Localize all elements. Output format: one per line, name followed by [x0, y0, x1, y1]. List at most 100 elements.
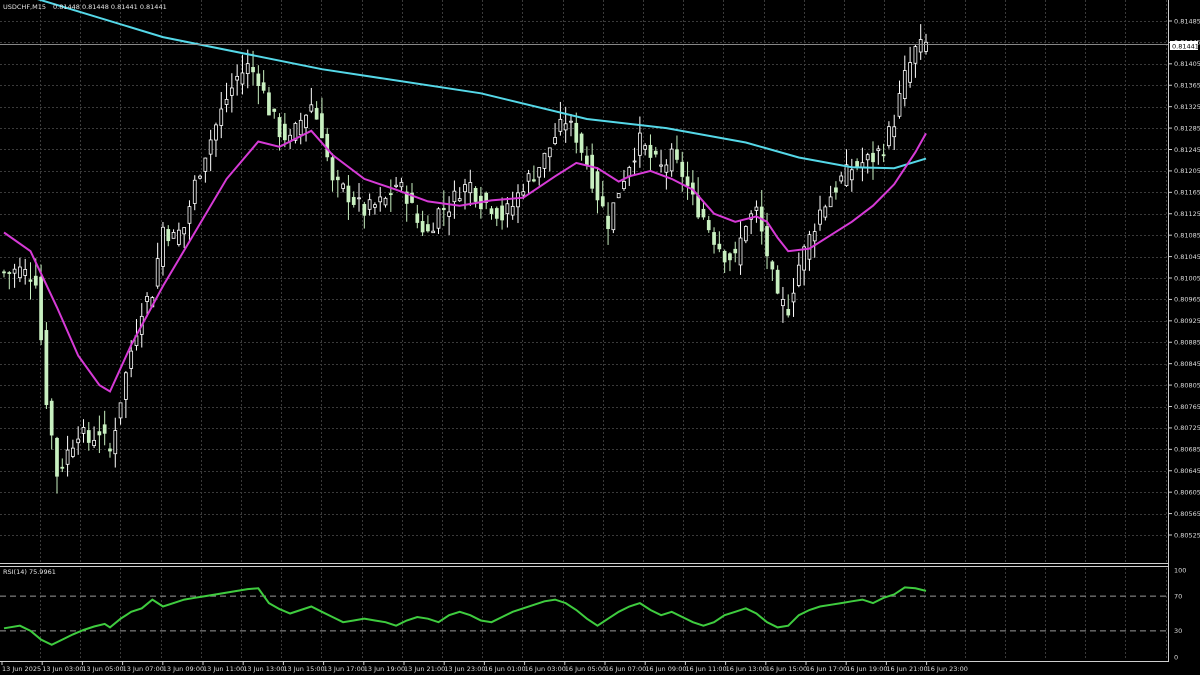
candle-body [86, 430, 91, 443]
candle-body [563, 123, 568, 131]
ohlc-values: 0.81448 0.81448 0.81441 0.81441 [53, 3, 167, 11]
candle-body [155, 258, 160, 287]
candle-body [791, 292, 796, 303]
candle-body [897, 93, 902, 117]
candle-body [187, 206, 192, 224]
candle-body [447, 211, 451, 217]
candle-body [902, 70, 907, 99]
price-tick-label: 0.80645 [1174, 467, 1200, 475]
candle-body [145, 296, 149, 302]
candle-body [844, 164, 849, 187]
candle-body [908, 62, 912, 83]
candle-body [235, 75, 240, 81]
candle-body [505, 203, 510, 215]
candle-body [182, 227, 187, 235]
time-tick-label: 16 Jun 15:00 [766, 665, 807, 673]
price-tick-label: 0.80525 [1174, 531, 1200, 539]
price-tick-label: 0.80805 [1174, 381, 1200, 389]
candle-body [124, 372, 128, 400]
time-tick-label: 16 Jun 07:00 [605, 665, 646, 673]
candle-body [60, 466, 65, 469]
candle-body [913, 46, 918, 64]
candle-body [754, 206, 759, 211]
candle-body [738, 237, 743, 266]
candle-body [272, 108, 277, 112]
time-tick-label: 16 Jun 17:00 [806, 665, 847, 673]
candle-body [18, 266, 22, 279]
current-price-tag: 0.81441 [1170, 41, 1199, 51]
price-tick-label: 0.81045 [1174, 253, 1200, 261]
candle-body [547, 147, 552, 158]
candle-body [558, 118, 563, 132]
candle-body [49, 400, 54, 436]
candle-body [743, 226, 748, 242]
candle-body [924, 41, 928, 52]
candle-body [706, 220, 711, 231]
candle-body [7, 272, 12, 274]
candle-body [585, 155, 589, 166]
price-tick-label: 0.81325 [1174, 103, 1200, 111]
candle-body [643, 145, 648, 150]
candle-body [860, 162, 865, 168]
candle-body [335, 176, 340, 181]
candle-body [457, 198, 462, 202]
candle-body [892, 126, 897, 138]
candle-body [839, 175, 844, 182]
time-tick-label: 13 Jun 05:00 [82, 665, 123, 673]
candle-body [696, 195, 701, 218]
candle-body [664, 164, 669, 173]
candle-body [775, 269, 780, 294]
candle-body [537, 167, 542, 178]
candle-body [33, 275, 38, 286]
candle-body [701, 208, 706, 218]
candle-body [489, 208, 494, 214]
candle-body [653, 150, 658, 155]
time-tick-label: 16 Jun 23:00 [927, 665, 968, 673]
candle-body [849, 169, 854, 181]
candle-body [261, 82, 266, 91]
candle-body [781, 299, 785, 307]
candle-body [569, 120, 573, 123]
candle-body [728, 253, 732, 261]
candle-body [378, 196, 383, 203]
candle-body [92, 439, 96, 446]
candle-body [394, 184, 398, 187]
candle-body [595, 171, 600, 201]
candle-body [245, 63, 250, 75]
price-axis-border [1168, 0, 1169, 662]
candle-body [510, 205, 515, 216]
candle-body [346, 185, 351, 203]
candle-body [887, 126, 891, 147]
candle-body [208, 139, 213, 155]
candle-body [282, 123, 287, 141]
time-tick-label: 13 Jun 07:00 [123, 665, 164, 673]
chart-background [0, 0, 1200, 675]
candle-body [521, 191, 526, 196]
candle-body [166, 229, 171, 242]
candle-body [494, 208, 499, 219]
candle-body [28, 279, 33, 282]
candle-body [330, 157, 335, 181]
trading-chart[interactable]: 0.814850.814450.814050.813650.813250.812… [0, 0, 1200, 675]
candle-body [685, 176, 690, 187]
candle-body [113, 430, 118, 455]
candle-body [669, 148, 674, 172]
candle-body [579, 133, 584, 153]
candle-body [918, 39, 923, 53]
candle-body [267, 92, 271, 116]
candle-body [516, 192, 520, 208]
candle-body [373, 204, 377, 208]
candle-body [224, 99, 229, 105]
candle-body [765, 226, 769, 257]
price-tick-label: 0.80685 [1174, 446, 1200, 454]
time-tick-label: 16 Jun 03:00 [525, 665, 566, 673]
candle-body [500, 205, 504, 221]
candle-body [468, 182, 473, 194]
time-tick-label: 16 Jun 21:00 [886, 665, 927, 673]
candle-body [367, 199, 372, 210]
candle-body [553, 137, 557, 144]
price-tick-label: 0.80765 [1174, 403, 1200, 411]
candle-body [881, 154, 886, 157]
candle-body [256, 73, 261, 87]
price-tick-label: 0.80845 [1174, 360, 1200, 368]
